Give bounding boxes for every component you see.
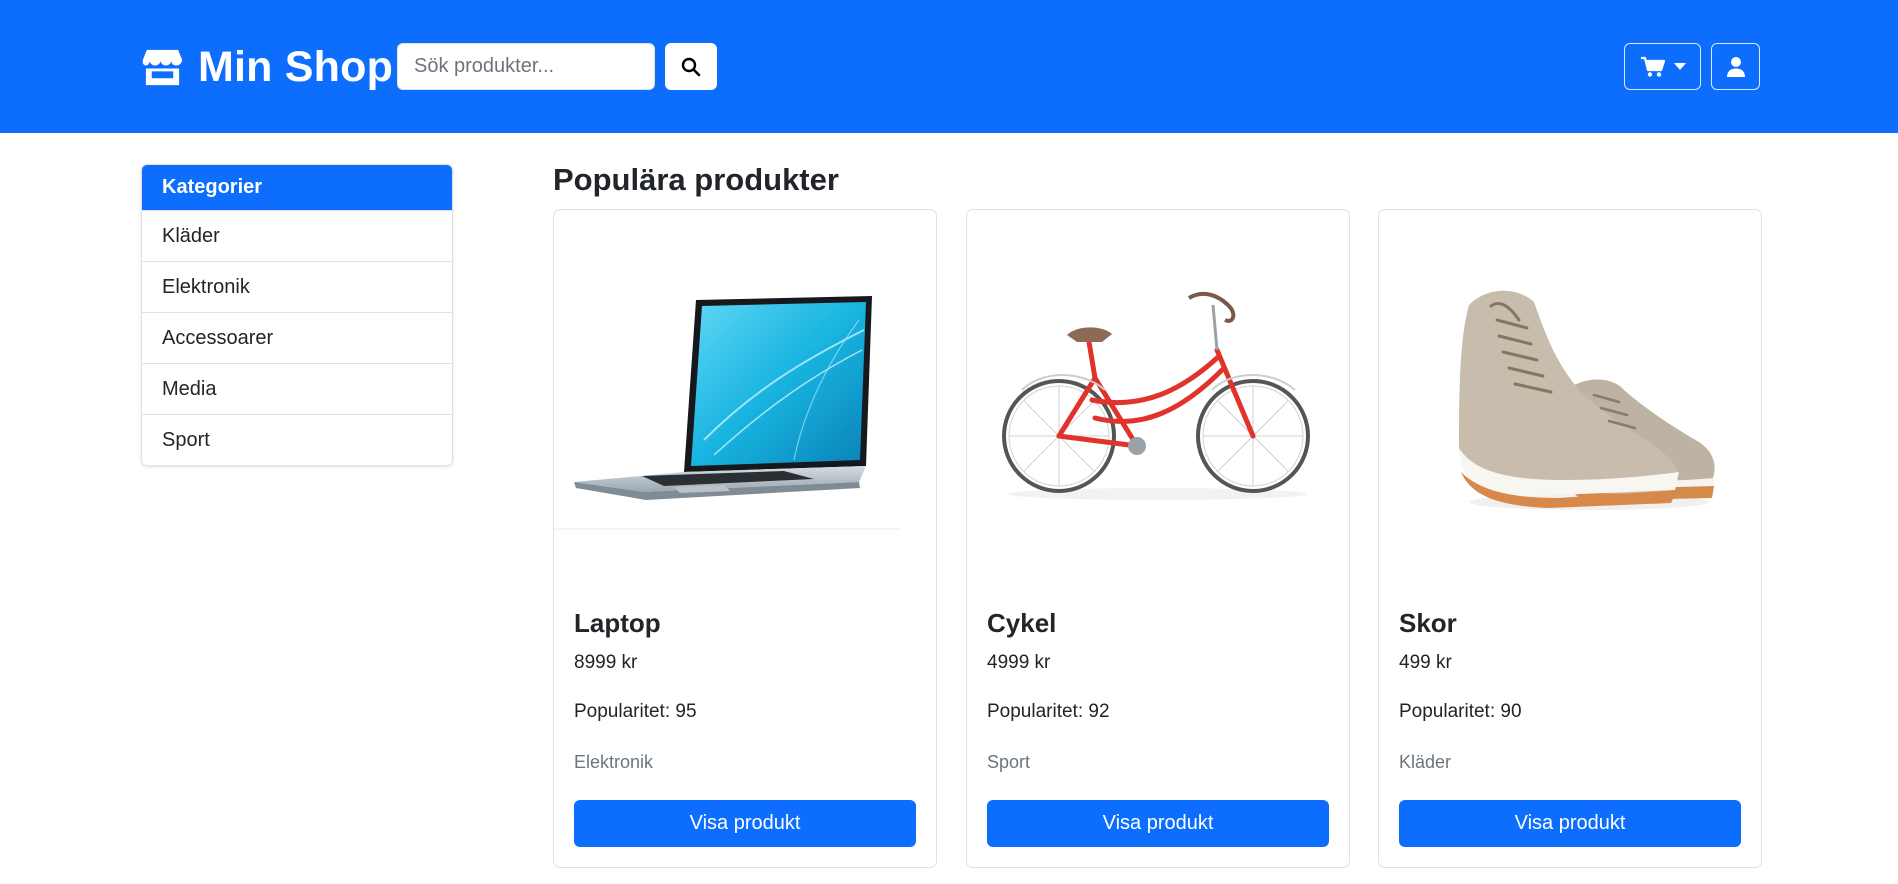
sidebar-title: Kategorier [142, 165, 452, 210]
product-popularity: Popularitet: 92 [987, 701, 1110, 722]
search-input[interactable] [397, 43, 655, 90]
brand-link[interactable]: Min Shop [141, 42, 393, 92]
card-body: Skor 499 kr Popularitet: 90 Kläder [1399, 608, 1741, 773]
product-price: 4999 kr [987, 652, 1051, 673]
card-body: Cykel 4999 kr Popularitet: 92 Sport [987, 608, 1329, 773]
product-popularity: Popularitet: 95 [574, 701, 697, 722]
product-category: Kläder [1399, 752, 1452, 772]
product-price: 499 kr [1399, 652, 1452, 673]
product-name: Skor [1399, 608, 1457, 638]
product-name: Laptop [574, 608, 661, 638]
search-icon [681, 57, 701, 76]
product-card: Skor 499 kr Popularitet: 90 Kläder Visa … [1378, 209, 1762, 868]
top-navbar: Min Shop [0, 0, 1898, 133]
user-account-button[interactable] [1711, 43, 1760, 90]
card-body: Laptop 8999 kr Popularitet: 95 Elektroni… [574, 608, 916, 773]
cart-dropdown-button[interactable] [1624, 43, 1701, 90]
view-product-button[interactable]: Visa produkt [987, 800, 1329, 847]
sidebar-item-accessoarer[interactable]: Accessoarer [142, 312, 452, 363]
sidebar-item-media[interactable]: Media [142, 363, 452, 414]
page-title: Populära produkter [553, 162, 839, 197]
product-card: Cykel 4999 kr Popularitet: 92 Sport Visa… [966, 209, 1350, 868]
sidebar-item-sport[interactable]: Sport [142, 414, 452, 465]
chevron-down-icon [1673, 63, 1686, 70]
category-sidebar: Kategorier Kläder Elektronik Accessoarer… [141, 164, 453, 466]
user-icon [1726, 56, 1745, 77]
cart-icon [1640, 56, 1665, 77]
search-button[interactable] [665, 43, 717, 90]
product-name: Cykel [987, 608, 1057, 638]
laptop-image [554, 296, 899, 530]
bicycle-image [1002, 291, 1310, 500]
product-category: Sport [987, 752, 1031, 772]
product-price: 8999 kr [574, 652, 638, 673]
brand-name: Min Shop [198, 42, 394, 91]
store-icon [142, 49, 183, 85]
sidebar-item-klader[interactable]: Kläder [142, 210, 452, 261]
view-product-button[interactable]: Visa produkt [1399, 800, 1741, 847]
product-category: Elektronik [574, 752, 654, 772]
sidebar-item-elektronik[interactable]: Elektronik [142, 261, 452, 312]
shoes-image [1459, 290, 1715, 510]
product-card: Laptop 8999 kr Popularitet: 95 Elektroni… [553, 209, 937, 868]
view-product-button[interactable]: Visa produkt [574, 800, 916, 847]
product-popularity: Popularitet: 90 [1399, 701, 1522, 722]
